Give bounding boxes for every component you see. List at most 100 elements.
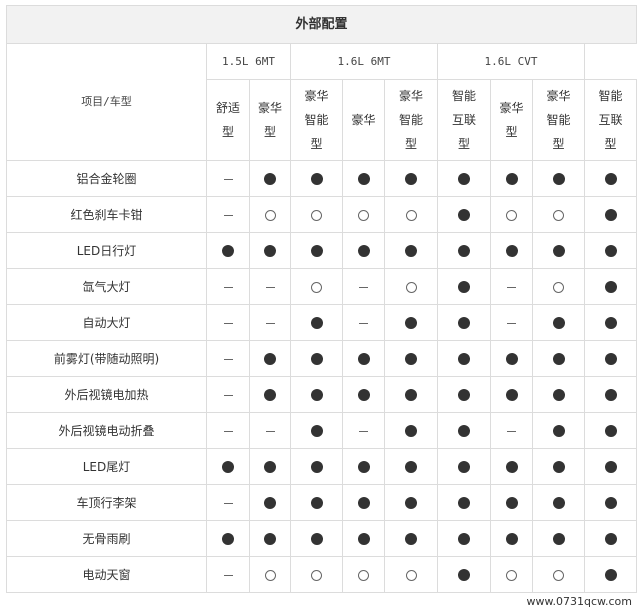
standard-dot-icon (552, 245, 565, 257)
engine-header: 1.5L 6MT (206, 43, 291, 80)
standard-dot-icon (458, 497, 470, 509)
standard-dot-icon (264, 389, 276, 401)
not-available-dash-icon (223, 286, 233, 288)
feature-cell (384, 304, 438, 341)
feature-cell (206, 376, 250, 413)
standard-dot-icon (310, 497, 323, 509)
feature-cell (290, 340, 343, 377)
optional-circle-icon (358, 569, 369, 581)
not-available-dash-icon (223, 574, 233, 576)
optional-circle-icon (311, 209, 322, 221)
trim-header: 豪华 (342, 79, 385, 161)
standard-dot-icon (310, 425, 323, 437)
feature-cell (490, 412, 533, 449)
standard-dot-icon (310, 353, 323, 365)
optional-circle-icon (405, 281, 417, 293)
standard-dot-icon (505, 497, 518, 509)
feature-cell (583, 196, 638, 233)
feature-cell (342, 412, 385, 449)
feature-cell (249, 160, 291, 197)
table-title: 外部配置 (5, 5, 638, 44)
table-row: LED尾灯 (6, 448, 638, 485)
feature-cell (206, 160, 250, 197)
standard-dot-icon (222, 461, 234, 473)
standard-dot-icon (604, 317, 617, 329)
feature-cell (384, 484, 438, 521)
standard-dot-icon (604, 497, 617, 509)
standard-dot-icon (405, 317, 417, 329)
trim-name: 豪华型 (257, 101, 282, 139)
standard-dot-icon (552, 389, 565, 401)
row-header: 项目/车型 (6, 43, 207, 161)
trim-name: 智能互联型 (598, 89, 623, 151)
feature-label: 外后视镜电加热 (6, 376, 207, 413)
feature-cell (532, 304, 585, 341)
feature-cell (342, 556, 385, 593)
standard-dot-icon (552, 317, 565, 329)
not-available-dash-icon (223, 430, 233, 432)
table-row: 外后视镜电动折叠 (6, 412, 638, 449)
optional-circle-icon (264, 569, 276, 581)
trim-name: 豪华 (351, 113, 376, 127)
feature-cell (437, 196, 491, 233)
trim-name: 豪华智能型 (304, 89, 329, 151)
standard-dot-icon (264, 461, 276, 473)
watermark: www.0731qcw.com (524, 595, 634, 608)
feature-label: 电动天窗 (6, 556, 207, 593)
table-row: 铝合金轮圈 (6, 160, 638, 197)
feature-cell (583, 232, 638, 269)
standard-dot-icon (604, 281, 617, 293)
feature-cell (384, 376, 438, 413)
trim-header: 豪华智能型 (384, 79, 438, 161)
standard-dot-icon (505, 173, 518, 185)
feature-cell (206, 340, 250, 377)
feature-cell (290, 376, 343, 413)
feature-cell (342, 376, 385, 413)
standard-dot-icon (458, 389, 470, 401)
optional-circle-icon (311, 281, 322, 293)
table-row: LED日行灯 (6, 232, 638, 269)
standard-dot-icon (357, 245, 370, 257)
feature-cell (290, 232, 343, 269)
feature-cell (583, 520, 638, 557)
standard-dot-icon (405, 245, 417, 257)
not-available-dash-icon (265, 430, 275, 432)
standard-dot-icon (604, 425, 617, 437)
table-row: 红色刹车卡钳 (6, 196, 638, 233)
feature-cell (437, 556, 491, 593)
table-row: 自动大灯 (6, 304, 638, 341)
feature-cell (249, 232, 291, 269)
feature-cell (532, 376, 585, 413)
standard-dot-icon (357, 173, 370, 185)
standard-dot-icon (552, 461, 565, 473)
standard-dot-icon (264, 533, 276, 545)
feature-cell (384, 448, 438, 485)
feature-cell (249, 520, 291, 557)
standard-dot-icon (458, 281, 470, 293)
feature-cell (249, 448, 291, 485)
feature-cell (583, 556, 638, 593)
feature-cell (532, 556, 585, 593)
feature-cell (384, 160, 438, 197)
not-available-dash-icon (265, 286, 275, 288)
optional-circle-icon (553, 209, 564, 221)
standard-dot-icon (552, 173, 565, 185)
table-row: 无骨雨刷 (6, 520, 638, 557)
optional-circle-icon (553, 281, 564, 293)
feature-label: 无骨雨刷 (6, 520, 207, 557)
optional-circle-icon (358, 209, 369, 221)
standard-dot-icon (458, 245, 470, 257)
feature-cell (206, 232, 250, 269)
feature-label: LED尾灯 (6, 448, 207, 485)
feature-cell (583, 484, 638, 521)
standard-dot-icon (505, 389, 518, 401)
standard-dot-icon (310, 461, 323, 473)
feature-cell (437, 376, 491, 413)
feature-cell (384, 232, 438, 269)
feature-cell (249, 484, 291, 521)
feature-cell (583, 304, 638, 341)
feature-cell (290, 448, 343, 485)
standard-dot-icon (552, 533, 565, 545)
standard-dot-icon (405, 425, 417, 437)
standard-dot-icon (357, 389, 370, 401)
